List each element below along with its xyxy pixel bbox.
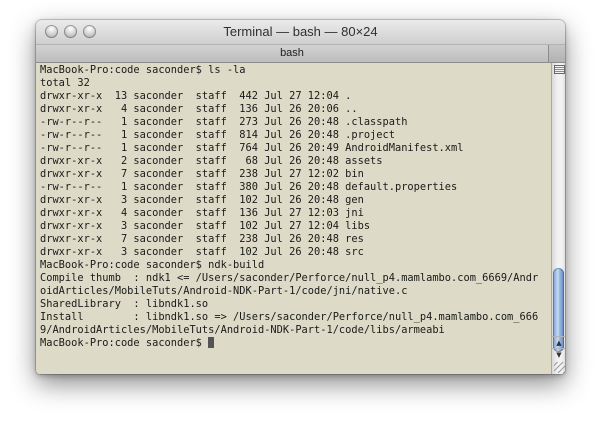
terminal-line: drwxr-xr-x 3 saconder staff 102 Jul 26 2… bbox=[40, 194, 364, 206]
terminal-line: drwxr-xr-x 7 saconder staff 238 Jul 26 2… bbox=[40, 233, 364, 245]
tab-bash[interactable]: bash bbox=[36, 45, 549, 62]
terminal-output[interactable]: MacBook-Pro:code saconder$ ls -la total … bbox=[36, 63, 551, 374]
terminal-line: -rw-r--r-- 1 saconder staff 380 Jul 26 2… bbox=[40, 181, 458, 193]
terminal-line: Compile thumb : ndk1 <= /Users/saconder/… bbox=[40, 272, 539, 284]
terminal-line: Install : libndk1.so => /Users/saconder/… bbox=[40, 311, 539, 323]
prompt-line: MacBook-Pro:code saconder$ bbox=[40, 337, 215, 350]
terminal-line: total 32 bbox=[40, 77, 90, 89]
shell-prompt: MacBook-Pro:code saconder$ bbox=[40, 337, 209, 349]
terminal-line: SharedLibrary : libndk1.so bbox=[40, 298, 209, 310]
terminal-line: -rw-r--r-- 1 saconder staff 814 Jul 26 2… bbox=[40, 129, 395, 141]
terminal-line: drwxr-xr-x 13 saconder staff 442 Jul 27 … bbox=[40, 90, 352, 102]
down-arrow-icon[interactable]: ▼ bbox=[552, 348, 565, 361]
terminal-line: MacBook-Pro:code saconder$ ls -la bbox=[40, 64, 246, 76]
terminal-line: drwxr-xr-x 7 saconder staff 238 Jul 27 1… bbox=[40, 168, 364, 180]
terminal-line: -rw-r--r-- 1 saconder staff 764 Jul 26 2… bbox=[40, 142, 464, 154]
text-cursor bbox=[208, 337, 215, 348]
terminal-line: drwxr-xr-x 4 saconder staff 136 Jul 26 2… bbox=[40, 103, 358, 115]
terminal-line: drwxr-xr-x 3 saconder staff 102 Jul 27 1… bbox=[40, 220, 371, 232]
tab-bar: bash bbox=[36, 45, 565, 63]
terminal-line: -rw-r--r-- 1 saconder staff 273 Jul 26 2… bbox=[40, 116, 408, 128]
terminal-line: drwxr-xr-x 3 saconder staff 102 Jul 26 2… bbox=[40, 246, 364, 258]
terminal-line: 9/AndroidArticles/MobileTuts/Android-NDK… bbox=[40, 324, 445, 336]
terminal-line: MacBook-Pro:code saconder$ ndk-build bbox=[40, 259, 265, 271]
terminal-line: drwxr-xr-x 4 saconder staff 136 Jul 27 1… bbox=[40, 207, 364, 219]
terminal-line: oidArticles/MobileTuts/Android-NDK-Part-… bbox=[40, 285, 408, 297]
title-bar[interactable]: Terminal — bash — 80×24 bbox=[36, 20, 565, 45]
window-title: Terminal — bash — 80×24 bbox=[223, 24, 378, 39]
vertical-scrollbar[interactable]: ▲ ▼ bbox=[551, 63, 565, 374]
terminal-line: drwxr-xr-x 2 saconder staff 68 Jul 26 20… bbox=[40, 155, 383, 167]
split-pane-icon[interactable] bbox=[554, 65, 565, 74]
terminal-window: Terminal — bash — 80×24 bash MacBook-Pro… bbox=[36, 20, 565, 374]
resize-grip-icon[interactable] bbox=[554, 362, 565, 373]
